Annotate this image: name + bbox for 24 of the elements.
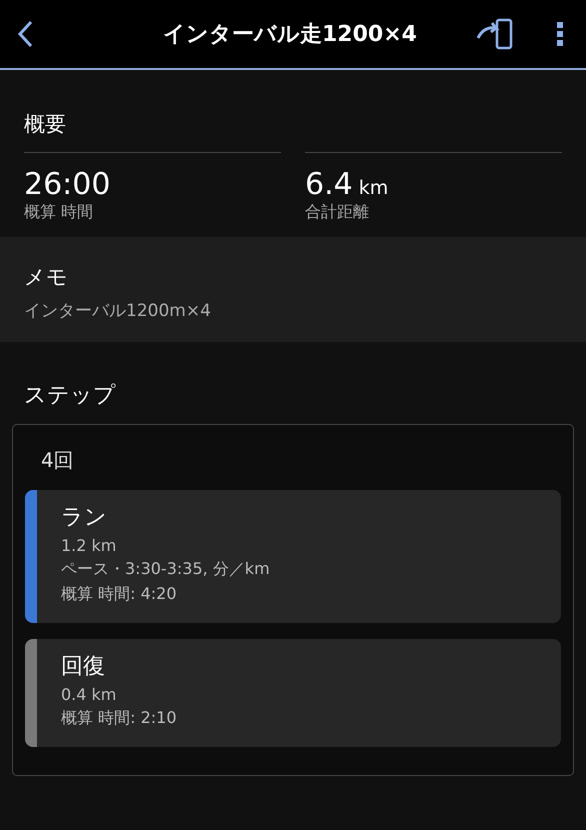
memo-text: インターバル1200m×4 [24, 300, 212, 323]
screen-title: インターバル走1200×4 [162, 21, 418, 49]
repeat-count: 4回 [40, 447, 75, 474]
step-detail: 0.4 km [61, 685, 118, 704]
more-menu-button[interactable] [556, 21, 564, 47]
stat-value: 6.4 [305, 167, 353, 202]
section-title: 概要 [24, 111, 67, 138]
stat-label: 合計距離 [305, 202, 370, 223]
step-detail: 概算 時間: 2:10 [61, 708, 176, 729]
stat-label: 概算 時間 [24, 202, 94, 223]
step-card[interactable]: 回復 0.4 km 概算 時間: 2:10 [25, 639, 561, 747]
stat-unit: km [358, 177, 388, 199]
step-name: 回復 [61, 653, 106, 681]
step-card[interactable]: ラン 1.2 km ペース・3:30-3:35, 分／km 概算 時間: 4:20 [25, 490, 561, 623]
stat-value: 26:00 [24, 167, 110, 202]
more-icon [556, 21, 564, 47]
back-icon [16, 20, 34, 48]
memo-title: メモ [24, 264, 69, 291]
step-detail: 1.2 km [61, 536, 118, 555]
step-detail: ペース・3:30-3:35, 分／km [61, 559, 270, 580]
back-button[interactable] [16, 20, 34, 48]
step-detail: 概算 時間: 4:20 [61, 584, 178, 605]
section-title: ステップ [23, 382, 117, 410]
step-name: ラン [61, 504, 108, 532]
